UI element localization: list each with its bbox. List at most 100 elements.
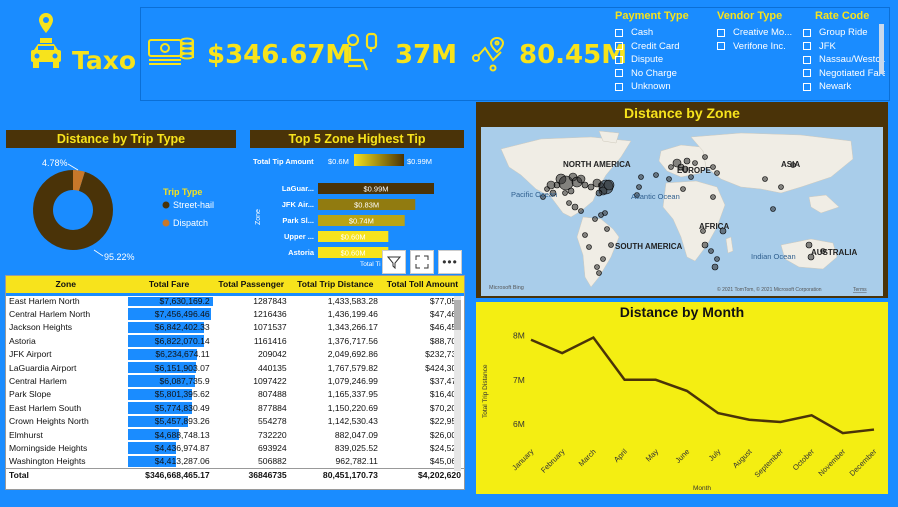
x-tick-label: August <box>731 446 755 470</box>
checkbox[interactable] <box>717 42 725 51</box>
table-row[interactable]: Washington Heights $4,413,287.06 506882 962… <box>6 455 464 468</box>
map-bubble[interactable] <box>566 200 572 206</box>
cell-distance: 962,782.11 <box>335 456 378 467</box>
checkbox[interactable] <box>803 55 811 64</box>
rate-code-option[interactable]: Nassau/Westc... <box>803 53 885 67</box>
payment-type-option[interactable]: Unknown <box>615 80 715 94</box>
map-bubble[interactable] <box>714 256 720 262</box>
table-row[interactable]: Central Harlem North $7,456,496.46 1216436… <box>6 307 464 320</box>
more-options-icon[interactable]: ••• <box>438 250 462 274</box>
map-bubble[interactable] <box>668 164 674 170</box>
checkbox[interactable] <box>615 69 623 78</box>
table-row[interactable]: LaGuardia Airport $6,151,903.07 440135 1,76… <box>6 361 464 374</box>
table-row[interactable]: Park Slope $5,801,395.62 807488 1,165,337.9… <box>6 388 464 401</box>
column-header[interactable]: Total Passenger <box>213 276 290 294</box>
table-row[interactable]: Elmhurst $4,688,748.13 732220 882,047.09 $26… <box>6 428 464 441</box>
payment-type-option[interactable]: Dispute <box>615 53 715 67</box>
map-bubble[interactable] <box>710 164 716 170</box>
map-bubble[interactable] <box>581 181 589 189</box>
table-row[interactable]: Crown Heights North $5,457,893.26 554278 1,… <box>6 415 464 428</box>
map-bubble[interactable] <box>592 216 598 222</box>
payment-type-option[interactable]: Cash <box>615 26 715 40</box>
map-terms-link[interactable]: Terms <box>853 287 867 293</box>
table-row[interactable]: Jackson Heights $6,842,402.33 1071537 1,343… <box>6 321 464 334</box>
map-bubble[interactable] <box>571 203 579 211</box>
map-bubble[interactable] <box>688 174 694 180</box>
column-header[interactable]: Zone <box>6 276 126 294</box>
map-bubble[interactable] <box>595 189 603 197</box>
map-bubble[interactable] <box>596 270 602 276</box>
table-row[interactable]: Central Harlem $6,087,735.9 1097422 1,079,2… <box>6 374 464 387</box>
map-bubble[interactable] <box>600 256 606 262</box>
checkbox[interactable] <box>803 42 811 51</box>
map-bubble[interactable] <box>562 190 568 196</box>
y-tick-label: 8M <box>513 330 525 340</box>
table-row[interactable]: JFK Airport $6,234,674.11 209042 2,049,692.… <box>6 348 464 361</box>
rate-code-option[interactable]: Negotiated Fare <box>803 67 885 81</box>
column-header[interactable]: Total Fare <box>126 276 213 294</box>
column-header[interactable]: Total Trip Distance <box>290 276 381 294</box>
rate-code-option[interactable]: Group Ride <box>803 26 885 40</box>
table-scrollbar[interactable] <box>454 296 461 471</box>
map-bubble[interactable] <box>594 264 600 270</box>
map-bubble[interactable] <box>762 176 768 182</box>
checkbox[interactable] <box>615 82 623 91</box>
map-bubble[interactable] <box>578 208 584 214</box>
rate-code-option[interactable]: Newark <box>803 80 885 94</box>
map-bubble[interactable] <box>567 187 575 195</box>
map-bubble[interactable] <box>702 154 708 160</box>
checkbox[interactable] <box>803 28 811 37</box>
map-bubble[interactable] <box>582 232 588 238</box>
column-header[interactable]: Total Toll Amount <box>381 276 464 294</box>
top5-category-label: Park Sl... <box>282 216 314 225</box>
map-bubble[interactable] <box>604 226 610 232</box>
map-bubble[interactable] <box>683 157 691 165</box>
map-bubble[interactable] <box>692 160 698 166</box>
payment-type-option[interactable]: No Charge <box>615 67 715 81</box>
filter-icon[interactable] <box>382 250 406 274</box>
checkbox[interactable] <box>615 55 623 64</box>
map-bubble[interactable] <box>576 174 586 184</box>
map-bubble[interactable] <box>680 186 686 192</box>
table-row[interactable]: Astoria $6,822,070.14 1161416 1,376,717.56 $… <box>6 334 464 347</box>
map-bubble[interactable] <box>653 172 659 178</box>
table-scrollbar-thumb[interactable] <box>454 300 461 330</box>
map-bubble[interactable] <box>778 184 784 190</box>
map-bubble[interactable] <box>636 184 642 190</box>
map-bubble[interactable] <box>608 242 614 248</box>
map-bubble[interactable] <box>587 183 595 191</box>
total-toll: $4,202,620 <box>417 470 461 481</box>
focus-mode-icon[interactable] <box>410 250 434 274</box>
world-map[interactable]: NORTH AMERICA EUROPE ASIA Pacific Ocean Atla… <box>481 127 883 296</box>
checkbox[interactable] <box>803 69 811 78</box>
table-row[interactable]: East Harlem South $5,774,830.49 877884 1,15… <box>6 401 464 414</box>
donut-slice-dispatch[interactable] <box>72 170 85 191</box>
checkbox[interactable] <box>615 42 623 51</box>
map-bubble[interactable] <box>701 241 709 249</box>
checkbox[interactable] <box>803 82 811 91</box>
map-bubble[interactable] <box>714 170 720 176</box>
vendor-type-option[interactable]: Verifone Inc. <box>717 40 805 54</box>
map-bubble[interactable] <box>638 174 644 180</box>
table-row[interactable]: East Harlem North $7,630,169.2 1287843 1,43… <box>6 294 464 307</box>
top5-axis-footer: Total Ti <box>360 261 381 268</box>
map-bubble[interactable] <box>710 194 716 200</box>
donut-legend-label: Dispatch <box>173 218 208 228</box>
map-bubble[interactable] <box>666 176 672 182</box>
vendor-type-option[interactable]: Creative Mo... <box>717 26 805 40</box>
map-bubble[interactable] <box>708 248 714 254</box>
checkbox[interactable] <box>615 28 623 37</box>
x-axis-label: Month <box>693 485 711 492</box>
table-row[interactable]: Morningside Heights $4,436,974.87 693924 83… <box>6 441 464 454</box>
line-series[interactable] <box>530 335 875 435</box>
payment-type-option[interactable]: Credit Card <box>615 40 715 54</box>
total-fare: $346,668,465.17 <box>145 470 210 481</box>
map-bubble[interactable] <box>770 206 776 212</box>
cell-passenger: 877884 <box>258 402 287 413</box>
rate-code-option[interactable]: JFK <box>803 40 885 54</box>
map-bubble[interactable] <box>602 210 608 216</box>
map-bubble[interactable] <box>711 263 719 271</box>
slicer-scrollbar[interactable] <box>879 24 884 74</box>
map-bubble[interactable] <box>586 244 592 250</box>
checkbox[interactable] <box>717 28 725 37</box>
